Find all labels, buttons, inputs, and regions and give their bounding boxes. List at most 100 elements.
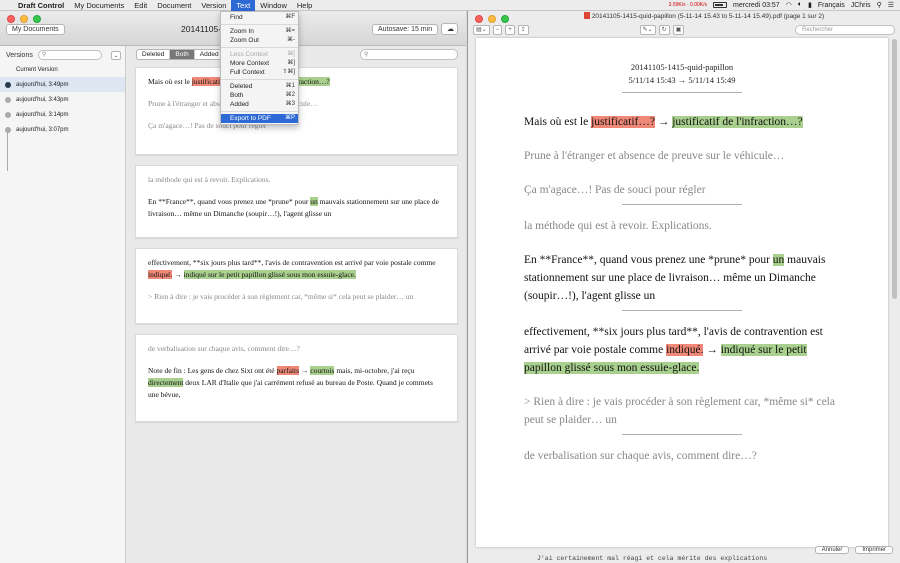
preview-window: 20141105-1415-quid-papillon (5-11-14 15.… (467, 11, 900, 563)
pdf-paragraph: En **France**, quand vous prenez une *pr… (476, 251, 888, 305)
menu-item-zoom-out[interactable]: Zoom Out ⌘- (221, 36, 298, 45)
pdf-paragraph: la méthode qui est à revoir. Explication… (524, 220, 712, 232)
diff-search-input[interactable]: ⚲ (360, 49, 458, 60)
menu-item-shortcut: ⌘F (285, 14, 295, 20)
minimize-button[interactable] (20, 15, 28, 23)
menu-item-label: Deleted (230, 83, 253, 90)
rotate-icon[interactable]: ↻ (658, 24, 670, 35)
menu-edit[interactable]: Edit (129, 0, 152, 11)
menu-document[interactable]: Document (152, 0, 196, 11)
menu-item-shortcut: ⌘] (287, 60, 295, 66)
version-item[interactable]: aujourd'hui, 3:07pm (0, 122, 125, 137)
menu-version[interactable]: Version (196, 0, 231, 11)
menu-my-documents[interactable]: My Documents (69, 0, 129, 11)
close-button[interactable] (475, 15, 483, 23)
scrollbar[interactable] (892, 39, 897, 299)
document-title: 20141105- (181, 24, 222, 34)
menu-text[interactable]: Text (231, 0, 256, 11)
version-item[interactable]: aujourd'hui, 3:14pm (0, 107, 125, 122)
notification-center-icon[interactable]: ☰ (888, 1, 894, 9)
share-icon[interactable]: ⇪ (517, 24, 529, 35)
menu-item-shortcut: ⇧⌘] (282, 69, 295, 75)
autosave-button[interactable]: Autosave: 15 min (372, 24, 439, 35)
close-button[interactable] (7, 15, 15, 23)
menu-item-label: Both (230, 92, 244, 99)
menu-item-full-context[interactable]: Full Context ⇧⌘] (221, 68, 298, 77)
version-label: Current Version (16, 66, 58, 73)
pdf-paragraph: > Rien à dire : je vais procéder à son r… (524, 396, 835, 426)
zoom-button[interactable] (33, 15, 41, 23)
user-name[interactable]: JChris (851, 2, 871, 9)
flag-icon[interactable]: ▮ (808, 1, 812, 9)
my-documents-button[interactable]: My Documents (6, 24, 65, 35)
zoom-in-icon[interactable]: + (505, 24, 515, 35)
version-item[interactable]: Current Version (0, 62, 125, 77)
diff-card: de verbalisation sur chaque avis, commen… (135, 334, 458, 422)
search-icon: ⚲ (364, 52, 369, 58)
clock[interactable]: mercredi 03:57 (733, 2, 780, 9)
version-dot (5, 67, 11, 73)
menu-item-label: Export to PDF (230, 115, 271, 122)
menu-app[interactable]: Draft Control (13, 0, 69, 11)
print-button[interactable]: Imprimer (855, 546, 893, 554)
segment-deleted[interactable]: Deleted (137, 50, 171, 59)
cloud-upload-icon[interactable]: ☁ (441, 23, 458, 35)
menu-item-find[interactable]: Find ⌘F (221, 13, 298, 22)
window-controls (7, 15, 41, 23)
timeline-line (7, 127, 8, 171)
zoom-button[interactable] (501, 15, 509, 23)
segment-both[interactable]: Both (170, 50, 195, 59)
arrow-text: → (703, 344, 721, 356)
input-language[interactable]: Français (818, 2, 845, 9)
volume-icon[interactable]: 🔈︎ (798, 1, 802, 9)
cancel-button[interactable]: Annuler (814, 546, 850, 554)
chevron-down-icon[interactable]: ⌄ (111, 50, 121, 60)
version-dot (5, 126, 11, 133)
version-label: aujourd'hui, 3:43pm (16, 96, 69, 103)
pdf-paragraph: de verbalisation sur chaque avis, commen… (524, 450, 757, 462)
battery-icon[interactable] (713, 2, 728, 8)
arrow-text: → (172, 270, 184, 279)
toolbox-icon[interactable]: ▣ (672, 24, 685, 35)
version-item[interactable]: aujourd'hui, 3:43pm (0, 92, 125, 107)
preview-search-input[interactable]: Rechercher (795, 24, 895, 35)
sidebar-toggle-icon[interactable]: ▤⌄ (473, 24, 490, 35)
pdf-page: 20141105-1415-quid-papillon 5/11/14 15:4… (476, 38, 888, 547)
minimize-button[interactable] (488, 15, 496, 23)
date-range: 5/11/14 15:43 → 5/11/14 15:49 (628, 75, 736, 85)
text-run: En **France**, quand vous prenez une *pr… (524, 254, 773, 266)
zoom-out-icon[interactable]: − (492, 24, 503, 35)
spotlight-icon[interactable]: ⚲ (877, 1, 882, 9)
menu-bar: Draft Control My Documents Edit Document… (0, 0, 900, 11)
menu-item-label: Zoom In (230, 28, 254, 35)
wifi-icon[interactable]: ◠ (786, 1, 792, 9)
added-text: directement (148, 378, 184, 387)
version-item[interactable]: aujourd'hui, 3:49pm (0, 77, 125, 92)
menu-item-zoom-in[interactable]: Zoom In ⌘= (221, 27, 298, 36)
separator: ——————————————— (622, 199, 742, 208)
menu-help[interactable]: Help (292, 0, 317, 11)
separator: ——————————————— (622, 87, 742, 96)
menu-item-shortcut: ⌘2 (285, 92, 295, 98)
menu-item-both[interactable]: Both ⌘2 (221, 91, 298, 100)
network-stats: 3.59K/s · 0.00K/s (668, 1, 708, 8)
doc-name: 20141105-1415-quid-papillon (630, 62, 734, 72)
separator: ——————————————— (622, 305, 742, 314)
menu-window[interactable]: Window (255, 0, 292, 11)
diff-card: effectivement, **six jours plus tard**, … (135, 248, 458, 324)
diff-paragraph: Note de fin : Les gens de chez Sixt ont … (148, 365, 445, 401)
version-dot (5, 96, 11, 103)
preview-toolbar: ▤⌄ − + ⇪ ✎⌄ ↻ ▣ Rechercher (468, 22, 900, 37)
menu-item-added[interactable]: Added ⌘3 (221, 100, 298, 109)
markup-pen-icon[interactable]: ✎⌄ (639, 24, 656, 35)
menu-item-more-context[interactable]: More Context ⌘] (221, 59, 298, 68)
menu-separator (221, 111, 298, 112)
menu-separator (221, 24, 298, 25)
menu-item-deleted[interactable]: Deleted ⌘1 (221, 82, 298, 91)
added-text: un (310, 197, 318, 206)
menu-item-export-to-pdf[interactable]: Export to PDF ⌘P (221, 114, 298, 123)
deleted-text: indiqué. (666, 344, 704, 356)
background-window-text: J'ai certainement mal réagi et cela méri… (537, 555, 768, 562)
versions-search-input[interactable]: ⚲ (37, 50, 102, 60)
menu-item-shortcut: ⌘1 (285, 83, 295, 89)
